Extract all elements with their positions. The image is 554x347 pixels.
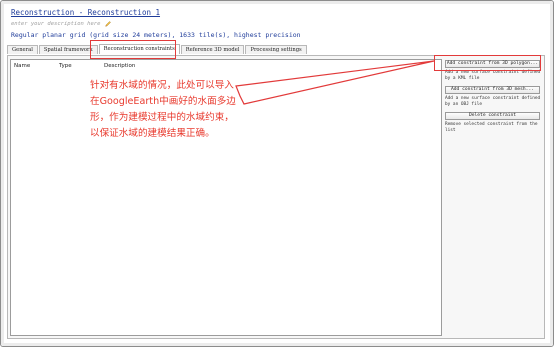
- tab-highlight-box: [90, 40, 176, 59]
- delete-constraint-button[interactable]: Delete constraint: [445, 112, 540, 120]
- annotation-line: 以保证水域的建模结果正确。: [90, 128, 215, 139]
- annotation-line: 形，作为建模过程中的水域约束，: [90, 112, 234, 123]
- add-kml-description: Add a new surface constraint defined by …: [445, 70, 541, 81]
- description-placeholder[interactable]: enter your description here: [11, 21, 100, 27]
- column-header-type[interactable]: Type: [59, 63, 72, 69]
- column-header-name[interactable]: Name: [14, 63, 30, 69]
- add-constraint-obj-button[interactable]: Add constraint from 3D mesh...: [445, 86, 540, 94]
- tab-spatial-framework[interactable]: Spatial framework: [38, 45, 98, 54]
- reconstruction-summary: Regular planar grid (grid size 24 meters…: [11, 31, 301, 39]
- pencil-icon[interactable]: [104, 20, 112, 28]
- tab-reference-3d-model[interactable]: Reference 3D model: [180, 45, 245, 54]
- annotation-line: 针对有水域的情况，此处可以导入: [90, 80, 234, 91]
- add-obj-description: Add a new surface constraint defined by …: [445, 96, 541, 107]
- description-row: enter your description here: [11, 20, 112, 28]
- reconstruction-title[interactable]: Reconstruction - Reconstruction_1: [11, 8, 160, 17]
- tab-processing-settings[interactable]: Processing settings: [245, 45, 307, 54]
- tab-general[interactable]: General: [7, 45, 38, 54]
- delete-description: Remove selected constraint from the list: [445, 122, 538, 133]
- button-highlight-box: [434, 55, 541, 71]
- annotation-line: 在GoogleEarth中画好的水面多边: [90, 96, 236, 107]
- annotation-note: 针对有水域的情况，此处可以导入 在GoogleEarth中画好的水面多边 形，作…: [90, 78, 280, 142]
- column-header-description[interactable]: Description: [104, 63, 135, 69]
